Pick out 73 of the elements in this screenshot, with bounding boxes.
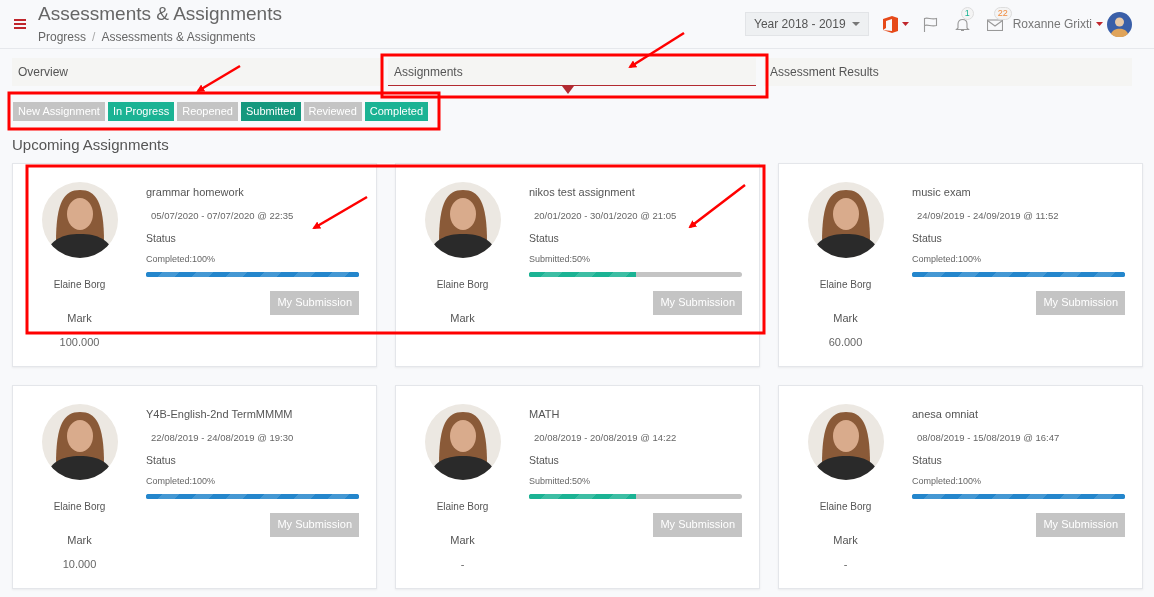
- status-tag: New Assignment: [13, 102, 105, 121]
- mark-label: Mark: [67, 532, 92, 548]
- notification-badge: 1: [960, 6, 974, 20]
- mark-value: -: [460, 557, 465, 572]
- breadcrumb-current: Assessments & Assignments: [101, 28, 256, 46]
- status-tag: Submitted: [240, 102, 301, 121]
- breadcrumb-link[interactable]: Progress: [38, 27, 87, 46]
- assignment-dates: 20/01/2020 - 30/01/2020 @ 21:05: [533, 209, 678, 223]
- office-menu[interactable]: [882, 15, 909, 33]
- status-text: Completed:100%: [146, 253, 217, 266]
- status-tag: Completed: [364, 102, 428, 121]
- flag-icon[interactable]: [922, 16, 938, 32]
- annotation-arrow: [312, 195, 368, 230]
- mark-label: Mark: [833, 532, 858, 548]
- assignment-title: music exam: [912, 184, 972, 200]
- tab[interactable]: Overview: [12, 58, 380, 86]
- assignment-title: grammar homework: [146, 184, 245, 200]
- status-label: Status: [146, 231, 177, 247]
- tab[interactable]: Assessment Results: [764, 58, 1132, 86]
- assignment-dates: 20/08/2019 - 20/08/2019 @ 14:22: [533, 431, 678, 445]
- assignment-dates: 08/08/2019 - 15/08/2019 @ 16:47: [916, 431, 1061, 445]
- assignment-dates: 05/07/2020 - 07/07/2020 @ 22:35: [150, 209, 295, 223]
- annotation-arrow: [688, 184, 746, 229]
- section-title: Upcoming Assignments: [11, 135, 170, 155]
- assignment-title: MATH: [529, 406, 561, 422]
- assignment-title: nikos test assignment: [529, 184, 636, 200]
- teacher-name: Elaine Borg: [436, 499, 489, 514]
- office-icon: [882, 15, 898, 33]
- caret-icon: [901, 22, 909, 26]
- assignment-dates: 24/09/2019 - 24/09/2019 @ 11:52: [916, 209, 1060, 223]
- mark-label: Mark: [67, 310, 92, 326]
- mark-label: Mark: [450, 310, 475, 326]
- status-text: Completed:100%: [912, 475, 983, 488]
- caret-icon: [1096, 22, 1103, 26]
- mark-value: -: [843, 557, 848, 572]
- status-label: Status: [529, 231, 560, 247]
- user-menu[interactable]: Roxanne Grixti: [1012, 11, 1132, 37]
- year-dropdown[interactable]: Year 2018 - 2019: [745, 12, 869, 36]
- status-label: Status: [912, 231, 943, 247]
- assignment-dates: 22/08/2019 - 24/08/2019 @ 19:30: [150, 431, 295, 445]
- status-tag: In Progress: [107, 102, 175, 121]
- teacher-name: Elaine Borg: [53, 277, 106, 292]
- teacher-name: Elaine Borg: [819, 499, 872, 514]
- teacher-name: Elaine Borg: [53, 499, 106, 514]
- status-tag: Reopened: [177, 102, 238, 121]
- status-text: Completed:100%: [912, 253, 983, 266]
- assignment-title: anesa omniat: [912, 406, 980, 422]
- status-label: Status: [529, 453, 560, 469]
- mark-value: 10.000: [62, 557, 97, 572]
- status-label: Status: [146, 453, 177, 469]
- mark-value: 100.000: [59, 335, 100, 350]
- page-title: Assessments & Assignments: [38, 2, 282, 25]
- caret-icon: [851, 22, 860, 26]
- status-tag: Reviewed: [303, 102, 362, 121]
- teacher-name: Elaine Borg: [436, 277, 489, 292]
- status-label: Status: [912, 453, 943, 469]
- status-text: Completed:100%: [146, 475, 217, 488]
- mark-label: Mark: [833, 310, 858, 326]
- tab-pointer-icon: [562, 86, 574, 94]
- menu-icon[interactable]: [14, 19, 26, 29]
- user-avatar: [1107, 11, 1132, 37]
- annotation-arrow: [628, 31, 685, 69]
- breadcrumb-separator: /: [92, 28, 96, 46]
- annotation-arrow: [196, 64, 241, 93]
- status-text: Submitted:50%: [529, 475, 592, 488]
- mail-icon[interactable]: [986, 17, 1003, 31]
- teacher-name: Elaine Borg: [819, 277, 872, 292]
- status-text: Submitted:50%: [529, 253, 592, 266]
- bell-icon[interactable]: [954, 16, 970, 32]
- mark-label: Mark: [450, 532, 475, 548]
- message-badge: 22: [993, 6, 1012, 20]
- assignment-title: Y4B-English-2nd TermMMMM: [146, 406, 294, 422]
- mark-value: 60.000: [828, 335, 863, 350]
